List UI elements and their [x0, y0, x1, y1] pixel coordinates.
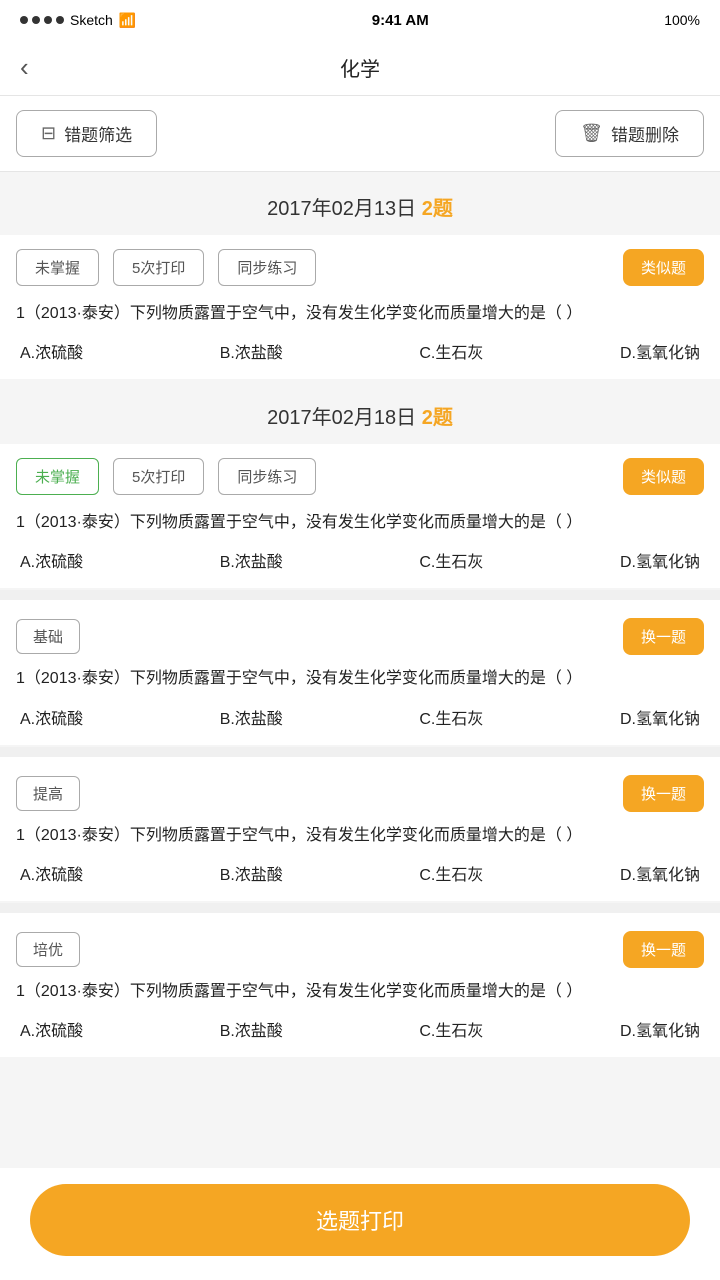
sections-container: 2017年02月13日 2题未掌握5次打印同步练习类似题1（2013·泰安）下列…	[0, 172, 720, 1057]
question-text-1-2: 1（2013·泰安）下列物质露置于空气中，没有发生化学变化而质量增大的是（ ）	[16, 822, 704, 849]
filter-button[interactable]: ⊟ 错题筛选	[16, 110, 157, 157]
question-card-1-3: 培优 换一题 1（2013·泰安）下列物质露置于空气中，没有发生化学变化而质量增…	[0, 913, 720, 1057]
signal-dots	[20, 16, 64, 24]
toolbar: ⊟ 错题筛选 🗑 错题删除	[0, 96, 720, 172]
similar-btn-0-0[interactable]: 类似题	[623, 249, 704, 286]
similar-btn-1-0[interactable]: 类似题	[623, 458, 704, 495]
option-1-1-1: B.浓盐酸	[220, 705, 283, 729]
date-header-1: 2017年02月18日 2题	[0, 381, 720, 444]
option-1-0-2: C.生石灰	[419, 548, 483, 572]
app-name: Sketch	[70, 12, 113, 28]
change-btn-1-3[interactable]: 换一题	[623, 931, 704, 968]
option-1-1-0: A.浓硫酸	[20, 705, 83, 729]
question-card-1-0: 未掌握 5次打印同步练习 类似题 1（2013·泰安）下列物质露置于空气中，没有发生化…	[0, 444, 720, 588]
date-header-0: 2017年02月13日 2题	[0, 172, 720, 235]
change-btn-1-1[interactable]: 换一题	[623, 618, 704, 655]
sub-label-row-1-2: 提高 换一题	[16, 775, 704, 812]
action-row-0-0: 未掌握 5次打印同步练习 类似题	[16, 249, 704, 286]
status-bar-left: Sketch 📶	[20, 12, 136, 29]
print-button[interactable]: 选题打印	[30, 1184, 690, 1256]
date-text-0: 2017年02月13日	[267, 198, 416, 220]
options-row-1-2: A.浓硫酸 B.浓盐酸 C.生石灰 D.氢氧化钠	[16, 861, 704, 885]
status-time: 9:41 AM	[372, 12, 429, 29]
options-row-0-0: A.浓硫酸 B.浓盐酸 C.生石灰 D.氢氧化钠	[16, 339, 704, 363]
action-btn-1-0-0[interactable]: 未掌握	[16, 458, 99, 495]
status-bar: Sketch 📶 9:41 AM 100%	[0, 0, 720, 40]
wifi-icon: 📶	[119, 12, 136, 29]
question-text-1-0: 1（2013·泰安）下列物质露置于空气中，没有发生化学变化而质量增大的是（ ）	[16, 509, 704, 536]
option-0-0-3: D.氢氧化钠	[620, 339, 700, 363]
battery-indicator: 100%	[664, 12, 700, 28]
action-btn-0-0-0[interactable]: 未掌握	[16, 249, 99, 286]
option-1-0-3: D.氢氧化钠	[620, 548, 700, 572]
option-1-0-1: B.浓盐酸	[220, 548, 283, 572]
divider-1-0	[0, 590, 720, 600]
delete-label: 错题删除	[611, 121, 679, 146]
question-text-1-1: 1（2013·泰安）下列物质露置于空气中，没有发生化学变化而质量增大的是（ ）	[16, 665, 704, 692]
sub-label-1-1: 基础	[16, 619, 80, 654]
count-badge-1: 2题	[422, 407, 453, 429]
page-title: 化学	[340, 53, 380, 82]
sub-label-1-2: 提高	[16, 776, 80, 811]
bottom-space	[0, 1059, 720, 1159]
back-button[interactable]: ‹	[20, 52, 29, 83]
sub-label-1-3: 培优	[16, 932, 80, 967]
count-badge-0: 2题	[422, 198, 453, 220]
sub-label-row-1-1: 基础 换一题	[16, 618, 704, 655]
option-1-2-2: C.生石灰	[419, 861, 483, 885]
action-btn-1-0-1[interactable]: 5次打印	[113, 458, 204, 495]
print-bar: 选题打印	[0, 1168, 720, 1280]
option-1-2-3: D.氢氧化钠	[620, 861, 700, 885]
option-0-0-2: C.生石灰	[419, 339, 483, 363]
options-row-1-1: A.浓硫酸 B.浓盐酸 C.生石灰 D.氢氧化钠	[16, 705, 704, 729]
action-btn-1-0-2[interactable]: 同步练习	[218, 458, 316, 495]
question-text-1-3: 1（2013·泰安）下列物质露置于空气中，没有发生化学变化而质量增大的是（ ）	[16, 978, 704, 1005]
trash-icon: 🗑	[580, 123, 603, 144]
delete-button[interactable]: 🗑 错题删除	[555, 110, 704, 157]
action-btn-0-0-1[interactable]: 5次打印	[113, 249, 204, 286]
action-btn-0-0-2[interactable]: 同步练习	[218, 249, 316, 286]
divider-1-1	[0, 747, 720, 757]
option-1-3-1: B.浓盐酸	[220, 1017, 283, 1041]
action-row-1-0: 未掌握 5次打印同步练习 类似题	[16, 458, 704, 495]
nav-bar: ‹ 化学	[0, 40, 720, 96]
option-1-1-3: D.氢氧化钠	[620, 705, 700, 729]
options-row-1-3: A.浓硫酸 B.浓盐酸 C.生石灰 D.氢氧化钠	[16, 1017, 704, 1041]
option-1-3-2: C.生石灰	[419, 1017, 483, 1041]
divider-1-2	[0, 903, 720, 913]
option-1-2-0: A.浓硫酸	[20, 861, 83, 885]
option-1-3-0: A.浓硫酸	[20, 1017, 83, 1041]
option-1-3-3: D.氢氧化钠	[620, 1017, 700, 1041]
question-card-1-1: 基础 换一题 1（2013·泰安）下列物质露置于空气中，没有发生化学变化而质量增…	[0, 600, 720, 744]
date-text-1: 2017年02月18日	[267, 407, 416, 429]
question-card-0-0: 未掌握 5次打印同步练习 类似题 1（2013·泰安）下列物质露置于空气中，没有发生化…	[0, 235, 720, 379]
filter-icon: ⊟	[41, 123, 56, 144]
option-0-0-1: B.浓盐酸	[220, 339, 283, 363]
option-1-0-0: A.浓硫酸	[20, 548, 83, 572]
option-1-1-2: C.生石灰	[419, 705, 483, 729]
question-card-1-2: 提高 换一题 1（2013·泰安）下列物质露置于空气中，没有发生化学变化而质量增…	[0, 757, 720, 901]
sub-label-row-1-3: 培优 换一题	[16, 931, 704, 968]
change-btn-1-2[interactable]: 换一题	[623, 775, 704, 812]
filter-label: 错题筛选	[64, 121, 132, 146]
question-text-0-0: 1（2013·泰安）下列物质露置于空气中，没有发生化学变化而质量增大的是（ ）	[16, 300, 704, 327]
options-row-1-0: A.浓硫酸 B.浓盐酸 C.生石灰 D.氢氧化钠	[16, 548, 704, 572]
option-0-0-0: A.浓硫酸	[20, 339, 83, 363]
option-1-2-1: B.浓盐酸	[220, 861, 283, 885]
